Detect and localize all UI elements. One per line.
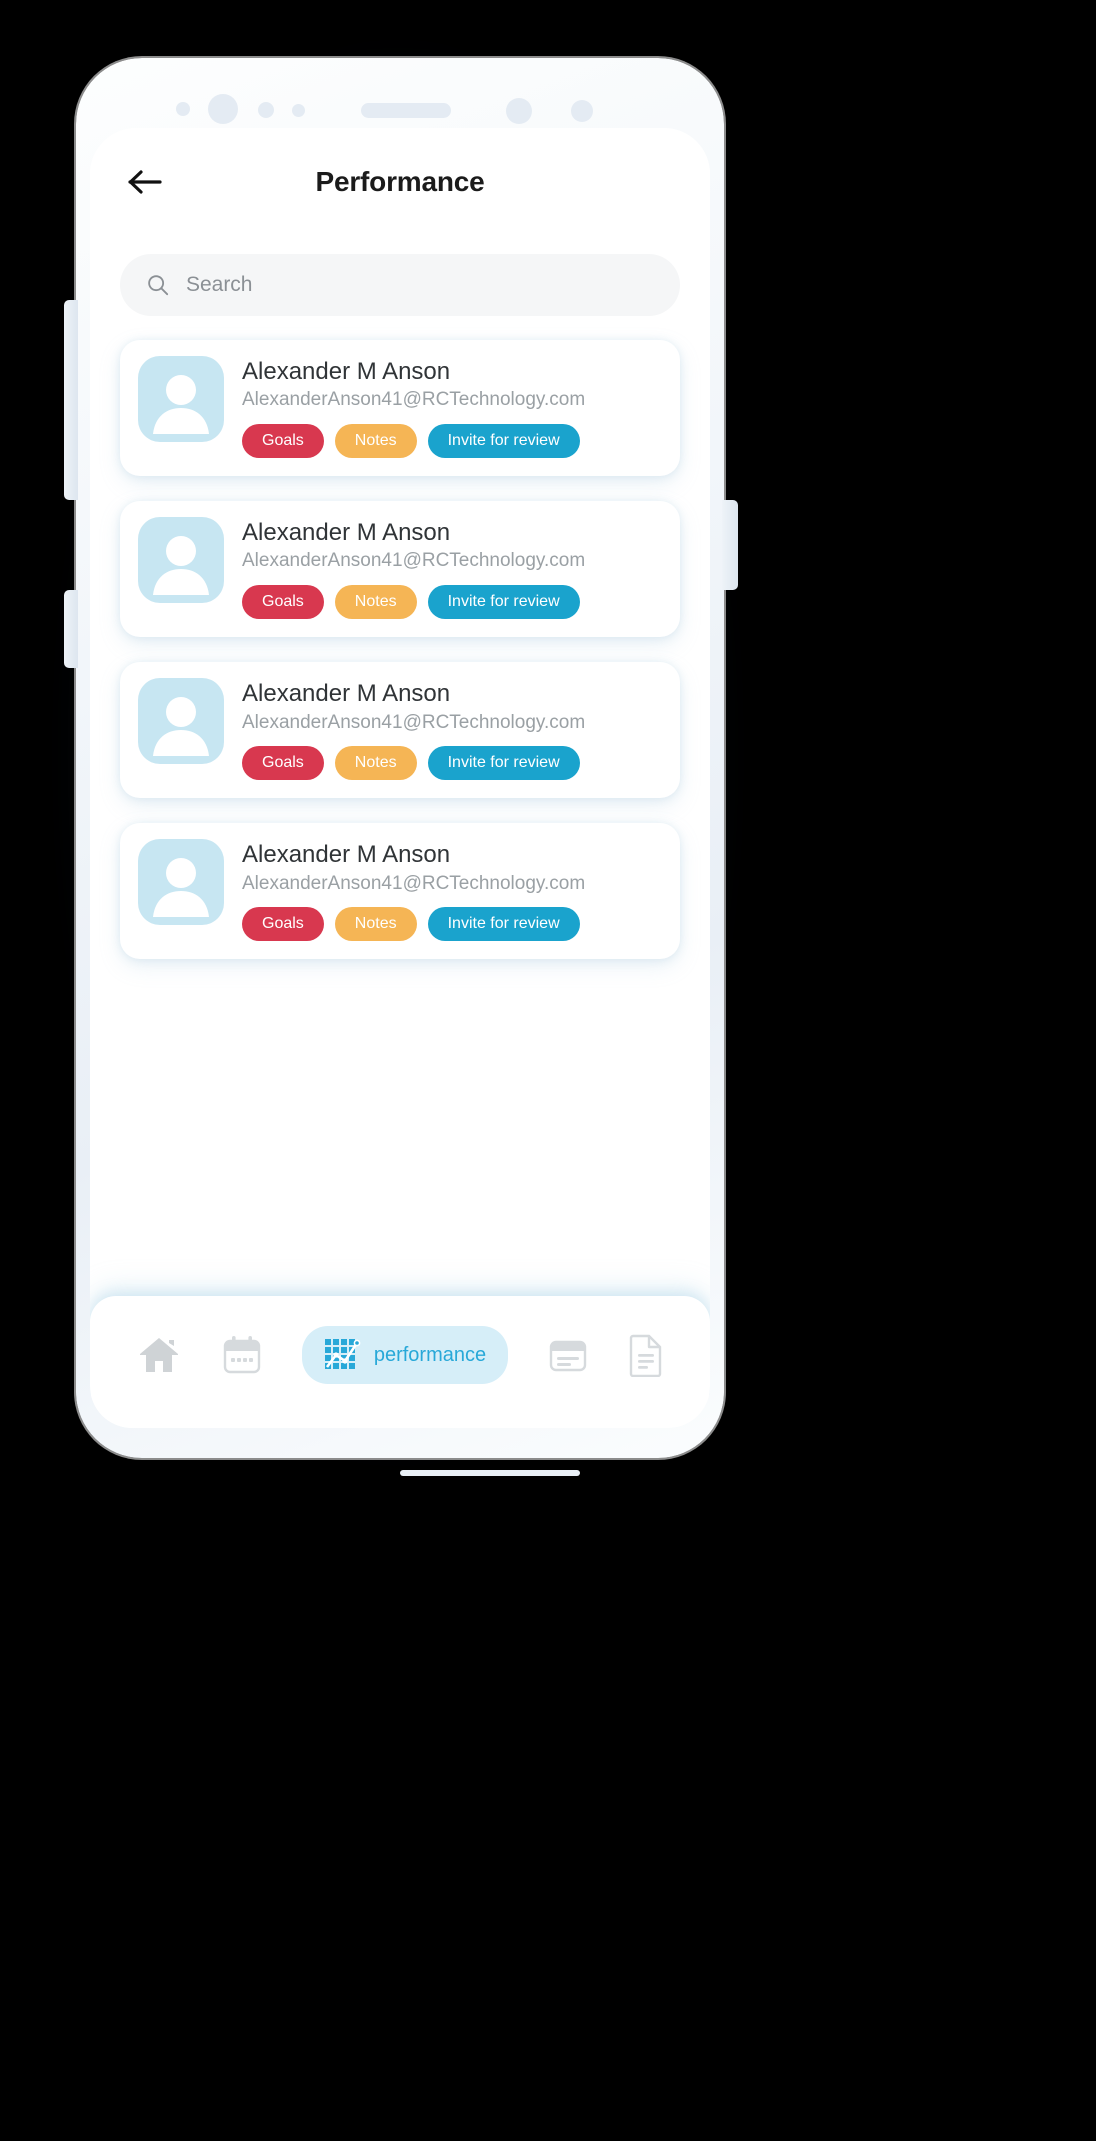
page-title: Performance xyxy=(315,166,485,197)
avatar xyxy=(138,839,224,926)
person-name: Alexander M Anson xyxy=(242,358,451,385)
invite-for-review-button[interactable]: Invite for review xyxy=(427,907,580,942)
list-item[interactable]: Alexander M Anson AlexanderAnson41@RCTec… xyxy=(120,823,680,960)
card-content: Alexander M Anson AlexanderAnson41@RCTec… xyxy=(242,517,662,620)
user-avatar-icon xyxy=(153,858,209,918)
screenshot-stage: Performance Search Alexander M Anson Ale… xyxy=(0,0,1096,2141)
home-icon xyxy=(139,1338,178,1372)
list-item[interactable]: Alexander M Anson AlexanderAnson41@RCTec… xyxy=(120,340,680,477)
mute-switch[interactable] xyxy=(64,590,78,668)
back-button[interactable] xyxy=(124,161,166,203)
notes-button[interactable]: Notes xyxy=(334,746,417,781)
invite-for-review-button[interactable]: Invite for review xyxy=(427,746,580,781)
document-icon xyxy=(630,1334,662,1377)
person-email: AlexanderAnson41@RCTechnology.com xyxy=(242,389,586,411)
tab-performance-label: performance xyxy=(373,1343,487,1366)
camera-dot-icon xyxy=(176,102,190,116)
list-item[interactable]: Alexander M Anson AlexanderAnson41@RCTec… xyxy=(120,662,680,799)
card-actions: Goals Notes Invite for review xyxy=(242,746,662,781)
earpiece-speaker-icon xyxy=(361,103,451,118)
power-button[interactable] xyxy=(722,500,738,590)
sensor-dot-icon xyxy=(571,100,593,122)
list-item[interactable]: Alexander M Anson AlexanderAnson41@RCTec… xyxy=(120,501,680,638)
search-icon xyxy=(148,275,169,296)
search-section xyxy=(90,236,710,326)
user-avatar-icon xyxy=(153,536,209,596)
tab-calendar-alt[interactable] xyxy=(547,1336,589,1374)
card-actions: Goals Notes Invite for review xyxy=(242,585,662,620)
app-screen: Performance Search Alexander M Anson Ale… xyxy=(90,128,710,1428)
person-name: Alexander M Anson xyxy=(242,519,451,547)
tab-performance[interactable]: performance xyxy=(301,1326,509,1384)
goals-button[interactable]: Goals xyxy=(242,585,324,620)
tab-documents[interactable] xyxy=(628,1333,664,1377)
goals-button[interactable]: Goals xyxy=(242,746,324,781)
sensor-dot-icon xyxy=(506,98,532,124)
calendar-icon xyxy=(223,1336,260,1374)
invite-for-review-button[interactable]: Invite for review xyxy=(427,424,580,459)
card-actions: Goals Notes Invite for review xyxy=(242,907,662,942)
user-avatar-icon xyxy=(153,375,209,434)
goals-button[interactable]: Goals xyxy=(242,424,324,459)
card-actions: Goals Notes Invite for review xyxy=(242,424,662,459)
arrow-left-icon xyxy=(128,170,162,194)
card-content: Alexander M Anson AlexanderAnson41@RCTec… xyxy=(242,678,662,781)
avatar xyxy=(138,356,224,442)
performance-chart-icon xyxy=(324,1339,361,1369)
notes-button[interactable]: Notes xyxy=(334,585,417,620)
sensor-dot-small-icon xyxy=(292,104,305,117)
search-input[interactable] xyxy=(185,273,654,297)
app-header: Performance xyxy=(90,128,710,236)
search-bar[interactable] xyxy=(120,254,680,316)
home-indicator xyxy=(400,1470,580,1476)
avatar xyxy=(138,678,224,765)
volume-button[interactable] xyxy=(64,300,78,500)
person-name: Alexander M Anson xyxy=(242,841,451,869)
tab-calendar[interactable] xyxy=(221,1334,263,1376)
person-email: AlexanderAnson41@RCTechnology.com xyxy=(242,872,586,894)
calendar-alt-icon xyxy=(550,1340,587,1372)
card-content: Alexander M Anson AlexanderAnson41@RCTec… xyxy=(242,839,662,942)
performance-list: Alexander M Anson AlexanderAnson41@RCTec… xyxy=(90,326,710,960)
person-email: AlexanderAnson41@RCTechnology.com xyxy=(242,711,586,733)
notes-button[interactable]: Notes xyxy=(334,907,417,942)
camera-lens-icon xyxy=(208,94,238,124)
invite-for-review-button[interactable]: Invite for review xyxy=(427,585,580,620)
bottom-tab-bar: performance xyxy=(90,1296,710,1428)
tab-home[interactable] xyxy=(136,1334,182,1376)
person-name: Alexander M Anson xyxy=(242,680,451,708)
person-email: AlexanderAnson41@RCTechnology.com xyxy=(242,550,586,572)
card-content: Alexander M Anson AlexanderAnson41@RCTec… xyxy=(242,356,662,459)
avatar xyxy=(138,517,224,604)
notes-button[interactable]: Notes xyxy=(334,424,417,459)
user-avatar-icon xyxy=(153,697,209,757)
phone-sensor-row xyxy=(76,58,724,130)
sensor-dot-icon xyxy=(258,102,274,118)
goals-button[interactable]: Goals xyxy=(242,907,324,942)
